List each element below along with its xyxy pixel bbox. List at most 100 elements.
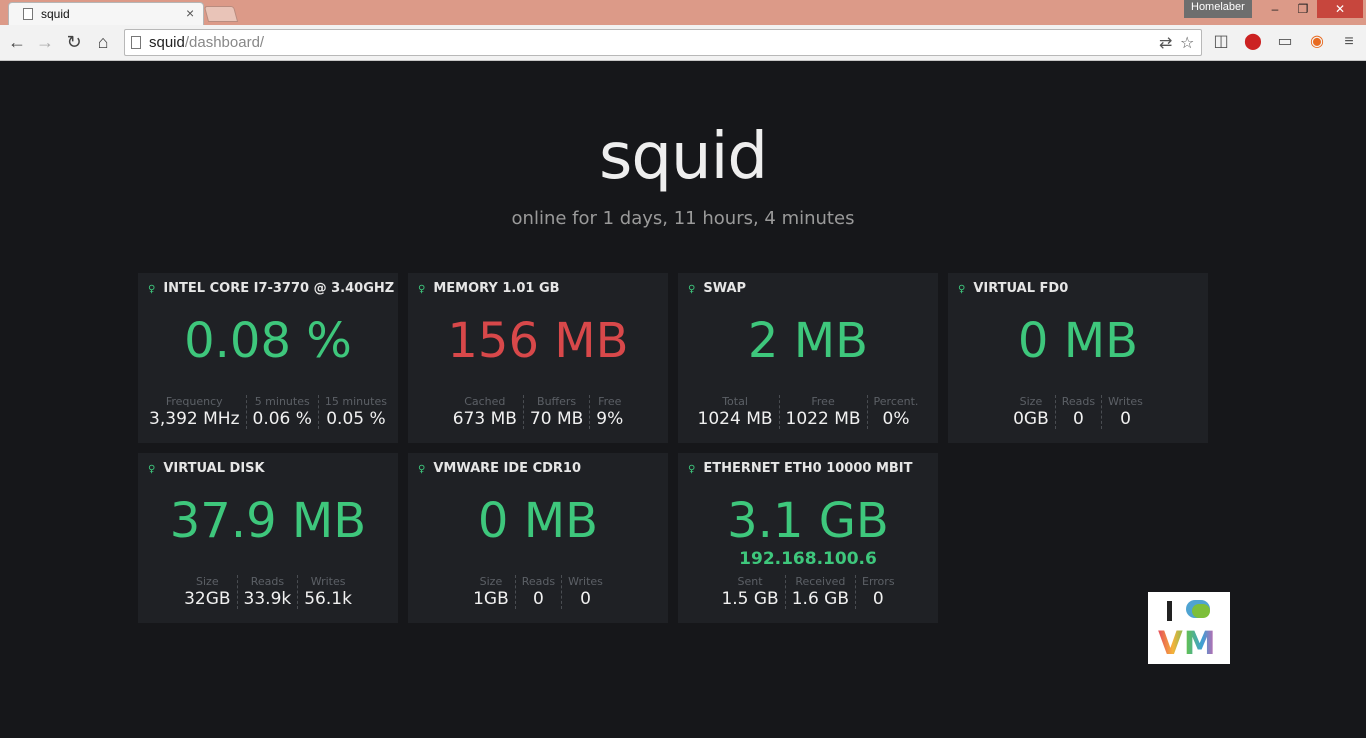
stat-label: Writes: [1108, 395, 1143, 408]
extension-icon[interactable]: ◉: [1306, 31, 1328, 53]
metric-value: 3.1 GB: [727, 493, 889, 549]
pin-icon: ♀: [688, 464, 696, 475]
stats-row: Total 1024 MB Free 1022 MB Percent. 0%: [678, 395, 938, 429]
minimize-icon[interactable]: –: [1262, 0, 1288, 18]
cast-icon[interactable]: ▭: [1274, 31, 1296, 53]
uptime-text: online for 1 days, 11 hours, 4 minutes: [511, 208, 855, 229]
stat-label: Free: [598, 395, 622, 408]
stat-label: Size: [196, 575, 219, 588]
ip-address: 192.168.100.6: [739, 549, 877, 569]
stat-label: 5 minutes: [254, 395, 310, 408]
stat-item: Writes 0: [561, 575, 609, 609]
url-text: squid/dashboard/: [149, 34, 265, 51]
stat-label: Free: [811, 395, 835, 408]
close-tab-icon[interactable]: ×: [186, 5, 194, 21]
stat-value: 0%: [882, 409, 910, 429]
stat-item: Writes 56.1k: [297, 575, 358, 609]
pocket-icon[interactable]: ◫: [1210, 31, 1232, 53]
stat-value: 0: [533, 589, 544, 609]
forward-icon[interactable]: →: [34, 31, 56, 53]
stat-item: Free 1022 MB: [778, 395, 867, 429]
stat-label: Writes: [310, 575, 346, 588]
stat-value: 0: [580, 589, 591, 609]
stat-value: 0: [1120, 409, 1131, 429]
page-icon: [131, 36, 141, 49]
stat-item: Reads 33.9k: [236, 575, 298, 609]
pin-icon: ♀: [418, 464, 426, 475]
stat-value: 0.06 %: [252, 409, 312, 429]
metric-card: ♀ MEMORY 1.01 GB 156 MB Cached 673 MB Buffers…: [408, 273, 668, 443]
stat-value: 3,392 MHz: [149, 409, 240, 429]
stats-row: Size 0GB Reads 0 Writes 0: [948, 395, 1208, 429]
pin-icon: ♀: [418, 284, 426, 295]
stat-value: 1022 MB: [785, 409, 861, 429]
stat-value: 33.9k: [243, 589, 292, 609]
stat-label: Cached: [464, 395, 506, 408]
pin-icon: ♀: [148, 284, 156, 295]
bookmark-star-icon[interactable]: ☆: [1180, 33, 1194, 53]
metric-value: 0 MB: [477, 493, 599, 549]
metric-value: 37.9 MB: [169, 493, 367, 549]
stat-value: 0: [872, 589, 884, 609]
stat-label: 15 minutes: [324, 395, 387, 408]
stats-row: Frequency 3,392 MHz 5 minutes 0.06 % 15 minu…: [138, 395, 398, 429]
profile-name[interactable]: Homelaber: [1184, 0, 1252, 18]
adblock-icon[interactable]: ⬤: [1242, 31, 1264, 53]
home-icon[interactable]: ⌂: [92, 31, 114, 53]
tab-title: squid: [41, 7, 70, 21]
stat-item: Reads 0: [514, 575, 561, 609]
stat-item: Size 0GB: [1007, 395, 1055, 429]
address-bar[interactable]: squid/dashboard/ ⇄ ☆: [124, 29, 1202, 56]
stat-value: 70 MB: [529, 409, 584, 429]
stat-value: 9%: [596, 409, 624, 429]
stat-value: 32GB: [184, 589, 231, 609]
translate-icon[interactable]: ⇄: [1159, 33, 1172, 53]
pin-icon: ♀: [148, 464, 156, 475]
metric-value: 0 MB: [1017, 313, 1139, 369]
page-icon: [23, 8, 33, 20]
stat-item: 5 minutes 0.06 %: [245, 395, 318, 429]
stat-value: 1.5 GB: [721, 589, 779, 609]
i-love-vm-logo: VM: [1148, 592, 1230, 664]
stat-label: Frequency: [165, 395, 223, 408]
stat-item: Size 1GB: [467, 575, 515, 609]
stat-label: Percent.: [873, 395, 919, 408]
stat-value: 0: [1073, 409, 1084, 429]
card-title: ♀ SWAP: [688, 281, 747, 296]
stat-label: Total: [722, 395, 748, 408]
metric-card: ♀ ETHERNET ETH0 10000 MBIT 3.1 GB 192.168.1…: [678, 453, 938, 623]
metric-card: ♀ SWAP 2 MB Total 1024 MB Free 1022 MB Percent.…: [678, 273, 938, 443]
metric-value: 0.08 %: [184, 313, 352, 369]
stat-item: Free 9%: [589, 395, 629, 429]
stat-value: 56.1k: [304, 589, 352, 609]
stat-value: 1GB: [473, 589, 509, 609]
pin-icon: ♀: [958, 284, 966, 295]
reload-icon[interactable]: ↻: [63, 31, 85, 53]
metric-value: 156 MB: [447, 313, 629, 369]
stat-value: 1024 MB: [697, 409, 773, 429]
stat-item: Cached 673 MB: [447, 395, 523, 429]
stat-item: Buffers 70 MB: [522, 395, 589, 429]
stat-item: Writes 0: [1101, 395, 1149, 429]
pin-icon: ♀: [688, 284, 696, 295]
new-tab-button[interactable]: [203, 6, 239, 22]
metric-card: ♀ VMWARE IDE CDR10 0 MB Size 1GB Reads 0 Writes…: [408, 453, 668, 623]
card-title: ♀ VIRTUAL DISK: [148, 461, 265, 476]
stat-item: Reads 0: [1054, 395, 1101, 429]
card-title: ♀ VIRTUAL FD0: [958, 281, 1069, 296]
hostname-title: squid: [599, 120, 768, 194]
menu-icon[interactable]: ≡: [1338, 31, 1360, 53]
back-icon[interactable]: ←: [6, 31, 28, 53]
browser-tab[interactable]: squid ×: [8, 2, 204, 25]
browser-toolbar: ← → ↻ ⌂ squid/dashboard/ ⇄ ☆ ◫ ⬤ ▭ ◉ ≡: [0, 25, 1366, 61]
stat-item: Errors 0: [855, 575, 901, 609]
stat-label: Sent: [737, 575, 763, 588]
stats-row: Size 32GB Reads 33.9k Writes 56.1k: [138, 575, 398, 609]
metric-card: ♀ VIRTUAL DISK 37.9 MB Size 32GB Reads 33.9k Wr…: [138, 453, 398, 623]
restore-icon[interactable]: ❐: [1290, 0, 1316, 18]
stat-value: 0GB: [1013, 409, 1049, 429]
metric-card: ♀ VIRTUAL FD0 0 MB Size 0GB Reads 0 Writes 0: [948, 273, 1208, 443]
stat-item: Received 1.6 GB: [784, 575, 855, 609]
close-window-icon[interactable]: ✕: [1317, 0, 1363, 18]
stats-row: Size 1GB Reads 0 Writes 0: [408, 575, 668, 609]
